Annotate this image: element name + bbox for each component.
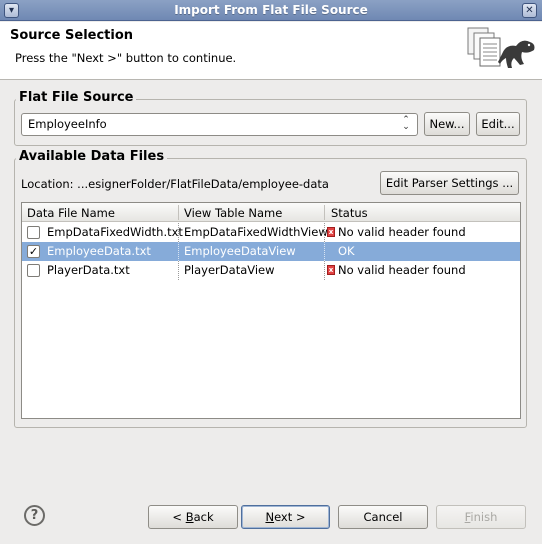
table-row[interactable]: EmpDataFixedWidth.txt EmpDataFixedWidthV… [22,223,520,242]
help-icon[interactable]: ? [24,505,45,526]
error-icon: x [327,227,335,237]
back-prefix: < [172,510,186,524]
row-checkbox-checked[interactable]: ✓ [27,245,40,258]
status-text: No valid header found [338,225,466,239]
edit-parser-settings-button[interactable]: Edit Parser Settings ... [380,171,519,195]
column-header-data-file-name[interactable]: Data File Name [27,206,115,220]
column-header-view-table-name[interactable]: View Table Name [184,206,282,220]
finish-button: Finish [436,505,526,529]
flat-file-source-label: Flat File Source [16,90,137,105]
combo-arrows-icon[interactable]: ⌃ ⌄ [398,116,414,132]
data-file-name: EmpDataFixedWidth.txt [47,225,183,239]
data-file-name: PlayerData.txt [47,263,130,277]
next-mnemonic: N [265,510,275,524]
table-header: Data File Name View Table Name Status [22,203,520,222]
available-data-files-label: Available Data Files [16,149,168,164]
column-header-status[interactable]: Status [331,206,368,220]
data-file-name: EmployeeData.txt [47,244,151,258]
close-icon[interactable]: ✕ [522,3,537,18]
view-table-name: PlayerDataView [184,263,275,277]
row-checkbox[interactable] [27,226,40,239]
status-text: OK [338,244,355,258]
status-text: No valid header found [338,263,466,277]
page-message: Press the "Next >" button to continue. [15,51,237,65]
flat-file-source-value: EmployeeInfo [28,117,107,131]
view-table-name: EmpDataFixedWidthView [184,225,328,239]
next-button[interactable]: Next > [241,505,330,529]
flat-file-source-combo[interactable]: EmployeeInfo ⌃ ⌄ [21,113,418,136]
error-icon: x [327,265,335,275]
finish-rest: inish [470,510,498,524]
table-row[interactable]: ✓ EmployeeData.txt EmployeeDataView OK [22,242,520,261]
window-title: Import From Flat File Source [174,3,368,17]
table-row[interactable]: PlayerData.txt PlayerDataView x No valid… [22,261,520,280]
row-checkbox[interactable] [27,264,40,277]
new-source-button[interactable]: New... [424,112,470,136]
edit-source-button[interactable]: Edit... [476,112,520,136]
cancel-button[interactable]: Cancel [338,505,428,529]
location-text: Location: ...esignerFolder/FlatFileData/… [21,177,329,191]
wizard-banner-icon [467,27,535,68]
data-files-table[interactable]: Data File Name View Table Name Status Em… [21,202,521,419]
window-titlebar: ▾ Import From Flat File Source ✕ [0,0,542,21]
back-rest: ack [193,510,214,524]
back-mnemonic: B [185,510,194,524]
view-table-name: EmployeeDataView [184,244,296,258]
page-title: Source Selection [10,28,134,43]
back-button[interactable]: < Back [148,505,238,529]
wizard-header: Source Selection Press the "Next >" butt… [0,22,542,80]
next-rest: ext > [274,510,306,524]
